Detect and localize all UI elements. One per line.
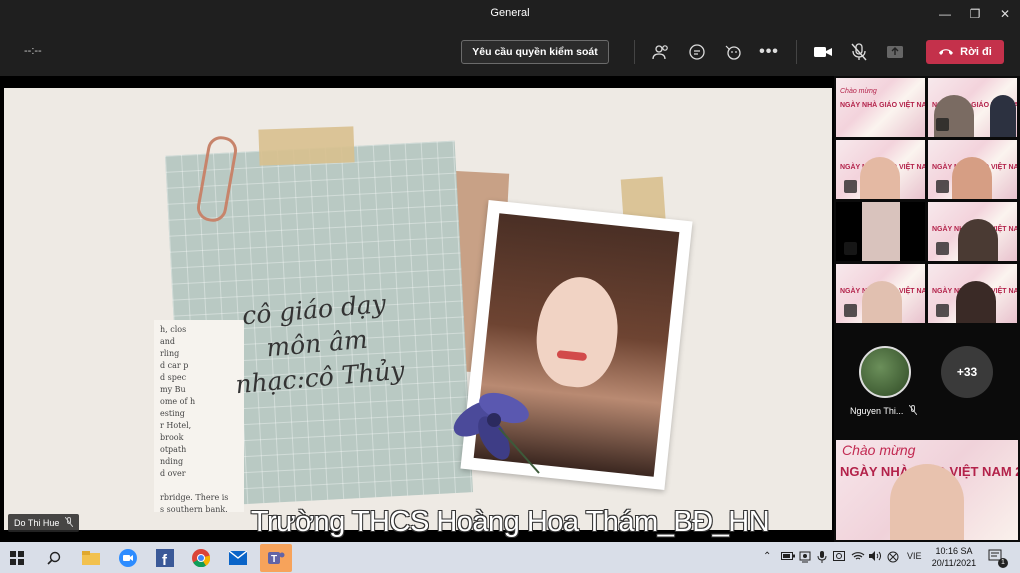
notification-badge: 1 — [998, 558, 1008, 568]
windows-taskbar: f T ⌃ VIE 10:16 SA 20/11/2021 1 — [0, 542, 1020, 573]
participant-video — [862, 281, 902, 323]
mic-muted-icon — [936, 304, 949, 317]
participant-video — [990, 95, 1016, 137]
teams-icon[interactable]: T — [260, 544, 292, 572]
minimize-icon[interactable]: — — [934, 4, 956, 24]
participant-name: Nguyen Thi... — [850, 406, 904, 416]
facebook-icon[interactable]: f — [154, 547, 176, 569]
participant-video — [862, 202, 900, 261]
svg-text:T: T — [271, 554, 277, 565]
handwritten-text: cô giáo dạy môn âm nhạc:cô Thủy — [208, 284, 426, 404]
avatar-name-row: Nguyen Thi... — [850, 404, 918, 417]
chrome-icon[interactable] — [190, 547, 212, 569]
camera-icon[interactable] — [812, 41, 834, 63]
mic-muted-icon[interactable] — [848, 41, 870, 63]
banner-script: Chào mừng — [842, 442, 916, 458]
participant-tile[interactable]: NGÀY NHÀ GIÁO VIỆT NAM 20/11 — [928, 264, 1017, 323]
toolbar-divider — [634, 40, 635, 64]
mic-muted-icon — [908, 404, 918, 417]
mic-muted-icon — [936, 180, 949, 193]
mic-muted-icon — [844, 242, 857, 255]
chat-icon[interactable] — [686, 41, 708, 63]
zoom-icon[interactable] — [117, 547, 139, 569]
clock-time: 10:16 SA — [935, 546, 973, 556]
banner-script: Chào mừng — [840, 88, 877, 95]
search-icon[interactable] — [43, 547, 65, 569]
participant-tile[interactable]: NGÀY NHÀ GIÁO VIỆT NAM 20/11 — [836, 140, 925, 199]
hang-up-icon — [938, 46, 954, 58]
participant-video — [956, 281, 996, 323]
participants-icon[interactable] — [650, 41, 672, 63]
ime-icon[interactable] — [887, 551, 899, 566]
participant-video — [860, 157, 900, 199]
more-options-icon[interactable]: ••• — [758, 41, 780, 63]
participant-tile[interactable]: NGÀY NHÀ GIÁO VIỆT NAM 20/11 — [836, 264, 925, 323]
clock-date: 20/11/2021 — [931, 558, 977, 568]
windows-start-icon[interactable] — [6, 547, 28, 569]
participant-tile[interactable]: Chào mừng NGÀY NHÀ GIÁO VIỆT NAM 20/11 — [836, 78, 925, 137]
share-screen-icon[interactable] — [884, 41, 906, 63]
caption-overlay: Trường THCS Hoàng Hoa Thám_BĐ_HN — [250, 506, 770, 538]
more-participants-button[interactable]: +33 — [941, 346, 993, 398]
language-indicator[interactable]: VIE — [907, 551, 922, 561]
webcam-icon[interactable] — [799, 551, 811, 566]
shared-content: h, clos and rling d car p d spec my Bu o… — [4, 88, 832, 530]
system-clock[interactable]: 10:16 SA 20/11/2021 — [930, 545, 978, 569]
camera-tray-icon[interactable] — [833, 551, 845, 564]
leave-button[interactable]: Rời đi — [926, 40, 1004, 64]
banner-text: NGÀY NHÀ GIÁO VIỆT NAM 20/11 — [840, 102, 925, 109]
microphone-icon[interactable] — [817, 551, 827, 566]
meeting-timer: --:-- — [24, 45, 42, 57]
volume-icon[interactable] — [869, 551, 881, 564]
purple-flower-graphic — [453, 392, 540, 474]
meeting-toolbar: --:-- Yêu cầu quyền kiểm soát ••• Rời đi — [0, 28, 1020, 76]
leave-label: Rời đi — [960, 46, 992, 58]
participant-tile[interactable]: NGÀY NHÀ GIÁO VIỆT NAM 20/11 — [928, 140, 1017, 199]
mic-muted-icon — [936, 242, 949, 255]
toolbar-divider — [796, 40, 797, 64]
participant-tile[interactable]: NGÀY NHÀ GIÁO VIỆT NAM 20/11 — [928, 78, 1017, 137]
participant-video — [952, 157, 992, 199]
window-title: General — [490, 7, 530, 19]
wifi-icon[interactable] — [851, 551, 865, 564]
mail-icon[interactable] — [227, 547, 249, 569]
restore-icon[interactable]: ❐ — [964, 4, 986, 24]
request-control-button[interactable]: Yêu cầu quyền kiểm soát — [461, 40, 609, 64]
participant-tile[interactable]: NGÀY NHÀ GIÁO VIỆT NAM 20/11 — [928, 202, 1017, 261]
participant-tile[interactable] — [836, 202, 925, 261]
mic-muted-icon — [844, 304, 857, 317]
file-explorer-icon[interactable] — [80, 547, 102, 569]
mic-muted-icon — [936, 118, 949, 131]
title-bar: General — ❐ ✕ — [0, 0, 1020, 28]
mic-muted-icon — [844, 180, 857, 193]
tape-strip — [258, 126, 355, 166]
participant-avatar[interactable] — [859, 346, 911, 398]
reactions-icon[interactable] — [722, 41, 744, 63]
participant-video — [958, 219, 998, 261]
close-icon[interactable]: ✕ — [994, 4, 1016, 24]
battery-icon[interactable] — [781, 551, 795, 564]
chevron-up-icon[interactable]: ⌃ — [763, 551, 771, 562]
